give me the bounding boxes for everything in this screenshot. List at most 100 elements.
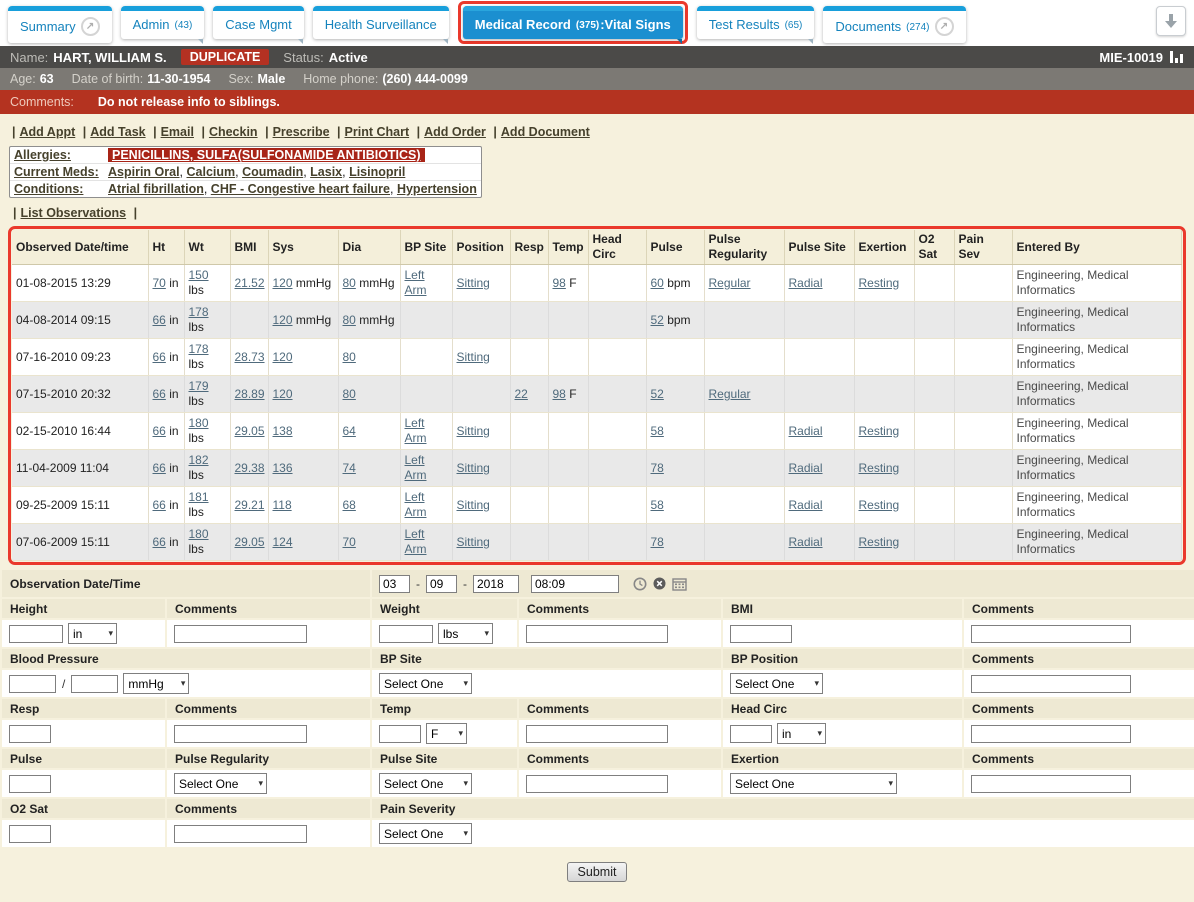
summary-item-link[interactable]: Lisinopril <box>349 165 405 179</box>
vital-value-link[interactable]: 21.52 <box>235 276 265 290</box>
tab-test-results[interactable]: Test Results (65) <box>697 6 815 39</box>
bp-systolic-input[interactable] <box>9 675 56 693</box>
tab-summary[interactable]: Summary ↗ <box>8 6 112 43</box>
vital-value-link[interactable]: Resting <box>859 276 900 290</box>
vital-value-link[interactable]: Left Arm <box>405 527 427 556</box>
vital-value-link[interactable]: 150 <box>189 268 209 282</box>
action-print-chart[interactable]: Print Chart <box>345 125 410 139</box>
summary-item-link[interactable]: Aspirin Oral <box>108 165 180 179</box>
submit-button[interactable]: Submit <box>567 862 628 882</box>
vital-value-link[interactable]: 66 <box>153 498 166 512</box>
weight-unit-select[interactable]: lbs <box>438 623 493 644</box>
allergies-label[interactable]: Allergies: <box>14 148 108 162</box>
bp-site-select[interactable]: Select One <box>379 673 472 694</box>
vital-value-link[interactable]: 180 <box>189 416 209 430</box>
vital-value-link[interactable]: Sitting <box>457 276 490 290</box>
head-circ-input[interactable] <box>730 725 772 743</box>
vital-value-link[interactable]: 124 <box>273 535 293 549</box>
tab-case-mgmt[interactable]: Case Mgmt <box>213 6 303 39</box>
vital-value-link[interactable]: Sitting <box>457 461 490 475</box>
vital-value-link[interactable]: 178 <box>189 305 209 319</box>
vital-value-link[interactable]: 29.05 <box>235 535 265 549</box>
pulse-regularity-select[interactable]: Select One <box>174 773 267 794</box>
summary-item-link[interactable]: Hypertension <box>397 182 477 196</box>
height-unit-select[interactable]: in <box>68 623 117 644</box>
vital-value-link[interactable]: Sitting <box>457 498 490 512</box>
vital-value-link[interactable]: Radial <box>789 461 823 475</box>
vital-value-link[interactable]: Left Arm <box>405 416 427 445</box>
tab-admin[interactable]: Admin (43) <box>121 6 205 39</box>
vital-value-link[interactable]: 52 <box>651 313 664 327</box>
vital-value-link[interactable]: 70 <box>343 535 356 549</box>
bmi-input[interactable] <box>730 625 792 643</box>
vital-value-link[interactable]: 179 <box>189 379 209 393</box>
temp-unit-select[interactable]: F <box>426 723 467 744</box>
vital-value-link[interactable]: Left Arm <box>405 268 427 297</box>
vital-value-link[interactable]: Resting <box>859 424 900 438</box>
tab-medical-record[interactable]: Medical Record (375) :Vital Signs <box>463 6 683 39</box>
vital-value-link[interactable]: 136 <box>273 461 293 475</box>
calendar-icon[interactable] <box>672 577 687 591</box>
vital-value-link[interactable]: 181 <box>189 490 209 504</box>
action-add-appt[interactable]: Add Appt <box>20 125 76 139</box>
tab-documents[interactable]: Documents (274) ↗ <box>823 6 965 43</box>
vital-value-link[interactable]: Sitting <box>457 424 490 438</box>
vital-value-link[interactable]: 120 <box>273 276 293 290</box>
vital-value-link[interactable]: 180 <box>189 527 209 541</box>
vital-value-link[interactable]: Left Arm <box>405 453 427 482</box>
bp-position-select[interactable]: Select One <box>730 673 823 694</box>
vital-value-link[interactable]: Sitting <box>457 535 490 549</box>
exertion-comments-input[interactable] <box>971 775 1131 793</box>
vital-value-link[interactable]: Radial <box>789 535 823 549</box>
bp-comments-input[interactable] <box>971 675 1131 693</box>
height-input[interactable] <box>9 625 63 643</box>
height-comments-input[interactable] <box>174 625 307 643</box>
vital-value-link[interactable]: Sitting <box>457 350 490 364</box>
allergies-value-link[interactable]: PENICILLINS, SULFA(SULFONAMIDE ANTIBIOTI… <box>108 148 425 162</box>
vital-value-link[interactable]: 28.89 <box>235 387 265 401</box>
date-month-input[interactable] <box>379 575 410 593</box>
vital-value-link[interactable]: Regular <box>709 387 751 401</box>
popout-arrow-icon[interactable]: ↗ <box>935 17 954 36</box>
download-button[interactable] <box>1156 6 1186 36</box>
vital-value-link[interactable]: 80 <box>343 350 356 364</box>
clear-x-icon[interactable] <box>653 577 666 590</box>
vital-value-link[interactable]: 52 <box>651 387 664 401</box>
resp-comments-input[interactable] <box>174 725 307 743</box>
summary-item-link[interactable]: Atrial fibrillation <box>108 182 204 196</box>
pain-severity-select[interactable]: Select One <box>379 823 472 844</box>
vital-value-link[interactable]: 120 <box>273 387 293 401</box>
resp-input[interactable] <box>9 725 51 743</box>
vital-value-link[interactable]: Resting <box>859 461 900 475</box>
vital-value-link[interactable]: 66 <box>153 350 166 364</box>
vital-value-link[interactable]: 98 <box>553 387 566 401</box>
vital-value-link[interactable]: Radial <box>789 276 823 290</box>
action-email[interactable]: Email <box>161 125 194 139</box>
vital-value-link[interactable]: Regular <box>709 276 751 290</box>
vital-value-link[interactable]: 66 <box>153 424 166 438</box>
list-observations-link[interactable]: List Observations <box>21 206 127 220</box>
bp-diastolic-input[interactable] <box>71 675 118 693</box>
vital-value-link[interactable]: 182 <box>189 453 209 467</box>
pulse-site-select[interactable]: Select One <box>379 773 472 794</box>
vital-value-link[interactable]: 98 <box>553 276 566 290</box>
vital-value-link[interactable]: 178 <box>189 342 209 356</box>
current-meds-label[interactable]: Current Meds: <box>14 165 108 179</box>
popout-arrow-icon[interactable]: ↗ <box>81 17 100 36</box>
vital-value-link[interactable]: 68 <box>343 498 356 512</box>
vital-value-link[interactable]: 120 <box>273 313 293 327</box>
vital-value-link[interactable]: 58 <box>651 424 664 438</box>
tab-health-surveillance[interactable]: Health Surveillance <box>313 6 449 39</box>
summary-item-link[interactable]: Calcium <box>187 165 236 179</box>
action-prescribe[interactable]: Prescribe <box>273 125 330 139</box>
bp-unit-select[interactable]: mmHg <box>123 673 189 694</box>
date-year-input[interactable] <box>473 575 519 593</box>
o2-comments-input[interactable] <box>174 825 307 843</box>
summary-item-link[interactable]: Lasix <box>310 165 342 179</box>
vital-value-link[interactable]: 120 <box>273 350 293 364</box>
bar-chart-icon[interactable] <box>1169 50 1184 64</box>
weight-comments-input[interactable] <box>526 625 668 643</box>
conditions-label[interactable]: Conditions: <box>14 182 108 196</box>
vital-value-link[interactable]: 64 <box>343 424 356 438</box>
action-add-order[interactable]: Add Order <box>424 125 486 139</box>
